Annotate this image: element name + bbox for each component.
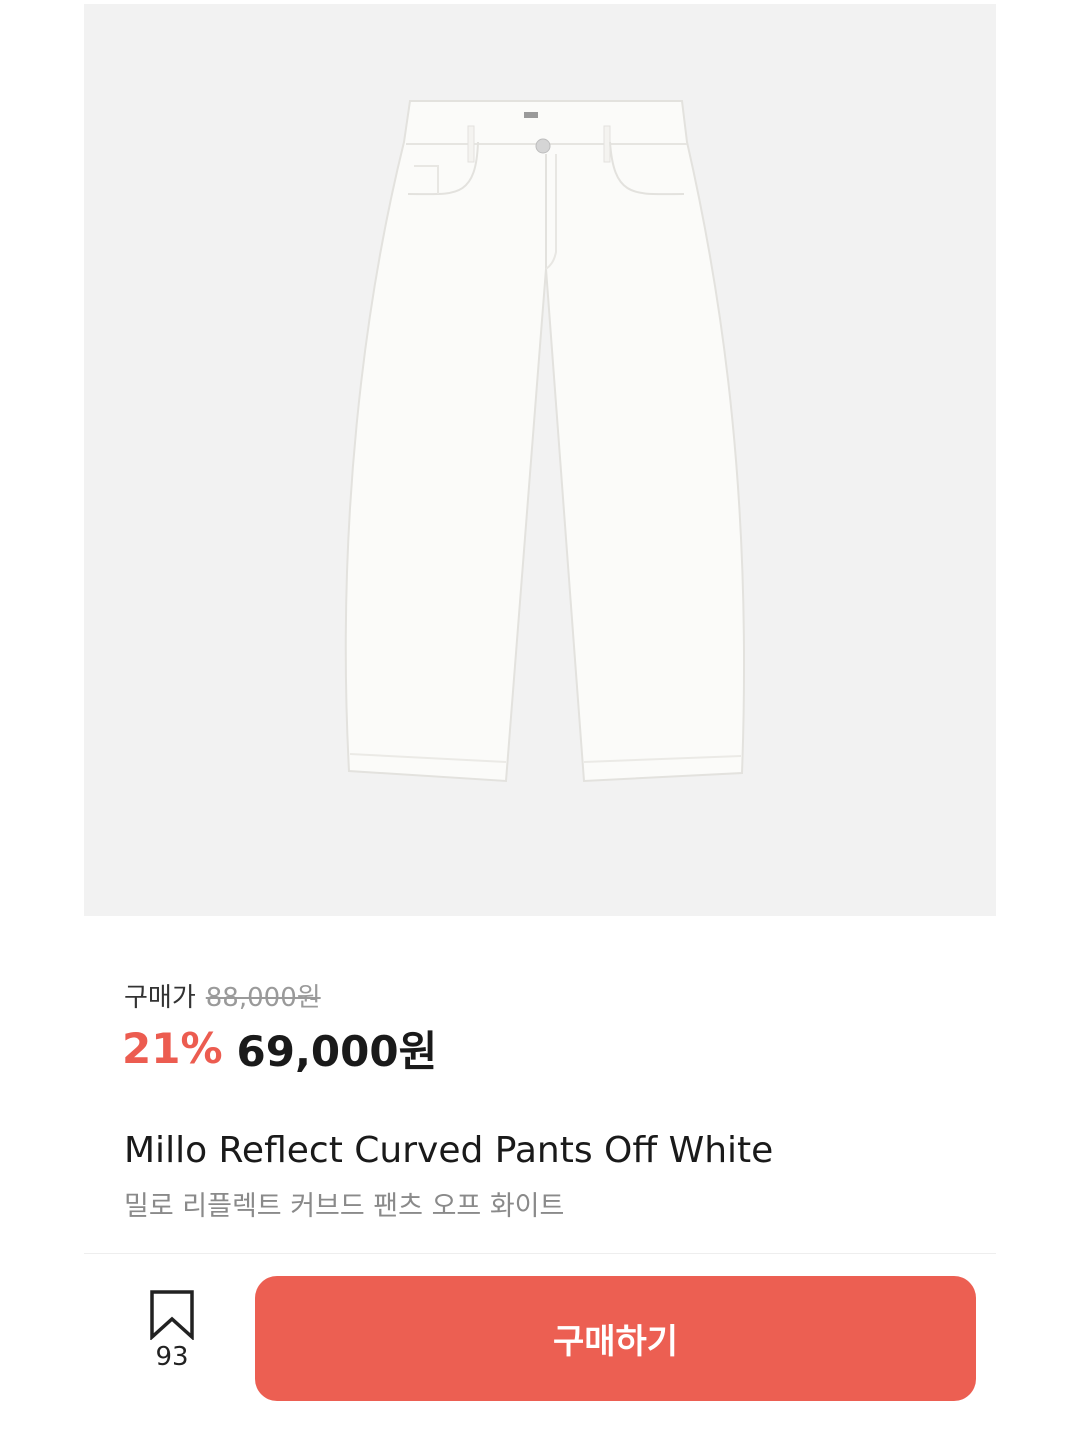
product-detail-page: 구매가 88,000원 21% 69,000원 Millo Reflect Cu… — [0, 0, 1080, 1440]
product-name-en: Millo Reflect Curved Pants Off White — [124, 1130, 774, 1171]
product-image[interactable] — [84, 4, 996, 916]
discount-rate: 21% — [122, 1023, 223, 1073]
price-label: 구매가 — [124, 982, 196, 1013]
bookmark-count: 93 — [155, 1342, 189, 1372]
buy-button[interactable]: 구매하기 — [255, 1276, 976, 1401]
divider — [84, 1253, 996, 1254]
product-name-ko: 밀로 리플렉트 커브드 팬츠 오프 화이트 — [124, 1191, 565, 1222]
original-price: 88,000원 — [205, 982, 321, 1013]
sale-price: 69,000원 — [236, 1026, 438, 1076]
price-label-row: 구매가 88,000원 — [124, 975, 321, 1015]
bookmark-button[interactable]: 93 — [120, 1290, 224, 1380]
price-row: 21% 69,000원 — [122, 1018, 437, 1078]
pants-illustration — [344, 100, 746, 783]
bookmark-icon — [150, 1290, 194, 1340]
